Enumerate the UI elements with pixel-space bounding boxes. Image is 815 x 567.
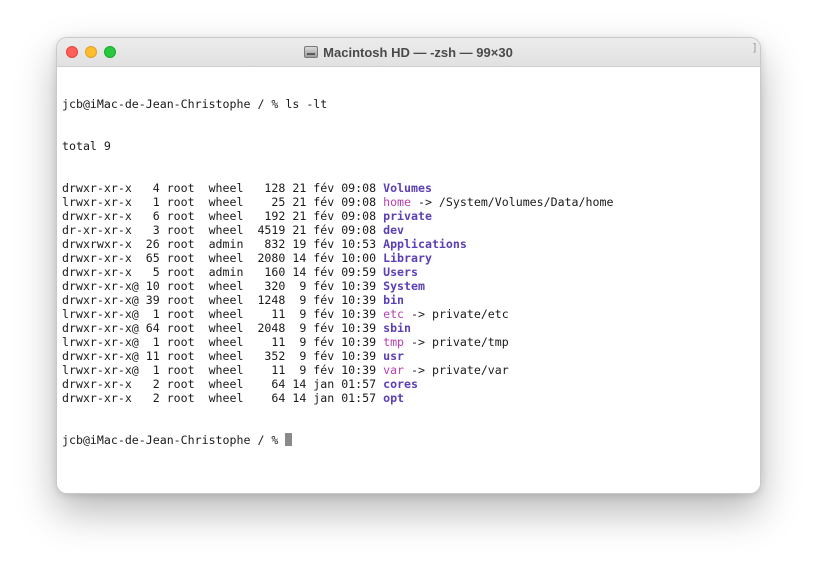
listing-row: lrwxr-xr-x@ 1 root wheel 11 9 fév 10:39 …: [62, 335, 760, 349]
file-metadata: drwxr-xr-x 4 root wheel 128 21 fév 09:08: [62, 181, 384, 195]
title-bar[interactable]: Macintosh HD — -zsh — 99×30: [57, 38, 760, 67]
listing-row: drwxr-xr-x 2 root wheel 64 14 jan 01:57 …: [62, 377, 760, 391]
file-metadata: drwxr-xr-x 2 root wheel 64 14 jan 01:57: [62, 377, 384, 391]
listing-row: lrwxr-xr-x@ 1 root wheel 11 9 fév 10:39 …: [62, 363, 760, 377]
file-metadata: drwxr-xr-x 6 root wheel 192 21 fév 09:08: [62, 209, 384, 223]
listing-row: drwxr-xr-x 6 root wheel 192 21 fév 09:08…: [62, 209, 760, 223]
scroll-marker: ]: [751, 41, 758, 54]
window-title-group: Macintosh HD — -zsh — 99×30: [57, 38, 760, 66]
listing-row: drwxr-xr-x 65 root wheel 2080 14 fév 10:…: [62, 251, 760, 265]
listing-row: lrwxr-xr-x@ 1 root wheel 11 9 fév 10:39 …: [62, 307, 760, 321]
prompt: jcb@iMac-de-Jean-Christophe / %: [62, 433, 286, 447]
terminal-window: Macintosh HD — -zsh — 99×30 jcb@iMac-de-…: [56, 37, 761, 494]
window-title: Macintosh HD — -zsh — 99×30: [323, 44, 513, 60]
listing-row: drwxr-xr-x 2 root wheel 64 14 jan 01:57 …: [62, 391, 760, 405]
listing-row: drwxr-xr-x 5 root admin 160 14 fév 09:59…: [62, 265, 760, 279]
listing-row: drwxr-xr-x 4 root wheel 128 21 fév 09:08…: [62, 181, 760, 195]
directory-name: Applications: [383, 237, 467, 251]
directory-name: private: [383, 209, 432, 223]
symlink-target: -> private/tmp: [404, 335, 509, 349]
directory-name: System: [383, 279, 425, 293]
file-metadata: lrwxr-xr-x@ 1 root wheel 11 9 fév 10:39: [62, 335, 384, 349]
listing-row: lrwxr-xr-x 1 root wheel 25 21 fév 09:08 …: [62, 195, 760, 209]
listing-row: drwxrwxr-x 26 root admin 832 19 fév 10:5…: [62, 237, 760, 251]
listing: drwxr-xr-x 4 root wheel 128 21 fév 09:08…: [62, 181, 760, 405]
directory-name: bin: [383, 293, 405, 307]
directory-name: cores: [383, 377, 418, 391]
symlink-target: -> /System/Volumes/Data/home: [411, 195, 614, 209]
directory-name: sbin: [383, 321, 412, 335]
listing-row: drwxr-xr-x@ 39 root wheel 1248 9 fév 10:…: [62, 293, 760, 307]
hard-disk-icon: [304, 46, 319, 58]
symlink-target: -> private/var: [404, 363, 509, 377]
symlink-name: var: [383, 363, 405, 377]
symlink-name: etc: [383, 307, 405, 321]
file-metadata: dr-xr-xr-x 3 root wheel 4519 21 fév 09:0…: [62, 223, 384, 237]
file-metadata: drwxr-xr-x@ 11 root wheel 352 9 fév 10:3…: [62, 349, 384, 363]
directory-name: Library: [383, 251, 432, 265]
symlink-name: tmp: [383, 335, 405, 349]
text-cursor: [285, 433, 293, 446]
file-metadata: drwxr-xr-x@ 39 root wheel 1248 9 fév 10:…: [62, 293, 384, 307]
directory-name: dev: [383, 223, 405, 237]
file-metadata: drwxr-xr-x 2 root wheel 64 14 jan 01:57: [62, 391, 384, 405]
file-metadata: drwxr-xr-x@ 10 root wheel 320 9 fév 10:3…: [62, 279, 384, 293]
command: ls -lt: [285, 97, 328, 111]
listing-row: drwxr-xr-x@ 64 root wheel 2048 9 fév 10:…: [62, 321, 760, 335]
symlink-name: home: [383, 195, 412, 209]
directory-name: usr: [383, 349, 405, 363]
directory-name: Volumes: [383, 181, 432, 195]
total-line: total 9: [62, 139, 111, 153]
symlink-target: -> private/etc: [404, 307, 509, 321]
listing-row: dr-xr-xr-x 3 root wheel 4519 21 fév 09:0…: [62, 223, 760, 237]
file-metadata: drwxr-xr-x 65 root wheel 2080 14 fév 10:…: [62, 251, 384, 265]
directory-name: Users: [383, 265, 418, 279]
listing-row: drwxr-xr-x@ 10 root wheel 320 9 fév 10:3…: [62, 279, 760, 293]
current-prompt-line: jcb@iMac-de-Jean-Christophe / %: [62, 433, 760, 447]
listing-row: drwxr-xr-x@ 11 root wheel 352 9 fév 10:3…: [62, 349, 760, 363]
command-line: jcb@iMac-de-Jean-Christophe / % ls -lt: [62, 97, 760, 111]
file-metadata: drwxr-xr-x@ 64 root wheel 2048 9 fév 10:…: [62, 321, 384, 335]
directory-name: opt: [383, 391, 405, 405]
prompt: jcb@iMac-de-Jean-Christophe / %: [62, 97, 286, 111]
file-metadata: drwxrwxr-x 26 root admin 832 19 fév 10:5…: [62, 237, 384, 251]
file-metadata: lrwxr-xr-x@ 1 root wheel 11 9 fév 10:39: [62, 307, 384, 321]
terminal-output[interactable]: jcb@iMac-de-Jean-Christophe / % ls -lt t…: [57, 67, 760, 493]
file-metadata: drwxr-xr-x 5 root admin 160 14 fév 09:59: [62, 265, 384, 279]
file-metadata: lrwxr-xr-x@ 1 root wheel 11 9 fév 10:39: [62, 363, 384, 377]
file-metadata: lrwxr-xr-x 1 root wheel 25 21 fév 09:08: [62, 195, 384, 209]
